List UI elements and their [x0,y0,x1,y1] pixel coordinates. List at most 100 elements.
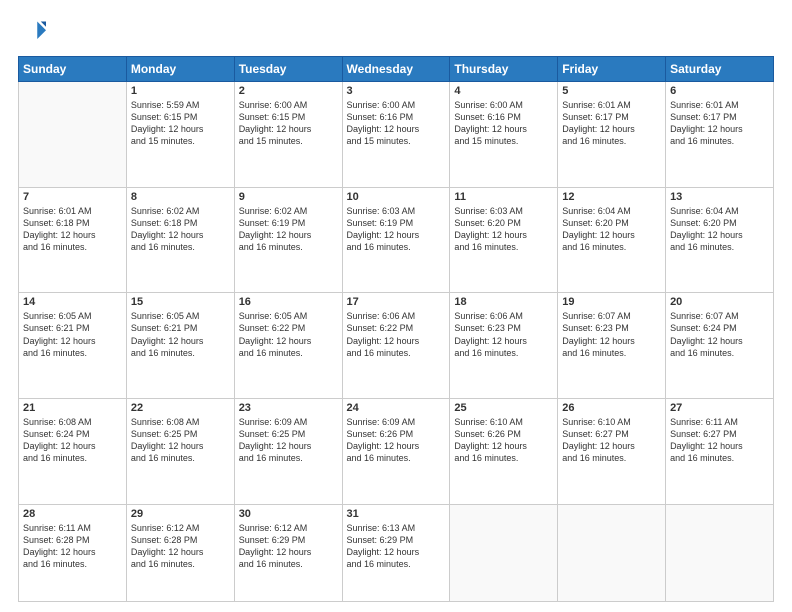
header [18,18,774,46]
day-info: Sunrise: 6:09 AM Sunset: 6:25 PM Dayligh… [239,416,338,465]
calendar-cell: 30Sunrise: 6:12 AM Sunset: 6:29 PM Dayli… [234,504,342,602]
day-number: 15 [131,296,230,308]
day-info: Sunrise: 6:02 AM Sunset: 6:18 PM Dayligh… [131,205,230,254]
day-number: 20 [670,296,769,308]
day-info: Sunrise: 6:00 AM Sunset: 6:16 PM Dayligh… [454,99,553,148]
weekday-header-thursday: Thursday [450,57,558,82]
calendar-cell: 31Sunrise: 6:13 AM Sunset: 6:29 PM Dayli… [342,504,450,602]
calendar-cell: 11Sunrise: 6:03 AM Sunset: 6:20 PM Dayli… [450,187,558,293]
calendar-cell [666,504,774,602]
day-number: 18 [454,296,553,308]
calendar-cell: 4 Sunrise: 6:00 AM Sunset: 6:16 PM Daylig… [450,82,558,188]
calendar-cell [450,504,558,602]
day-number: 24 [347,402,446,414]
calendar-cell: 15 Sunrise: 6:05 AM Sunset: 6:21 PM Dayli… [126,293,234,399]
day-info: Sunrise: 6:08 AM Sunset: 6:25 PM Dayligh… [131,416,230,465]
day-number: 10 [347,191,446,203]
day-info: Sunrise: 6:06 AM Sunset: 6:22 PM Dayligh… [347,310,446,359]
calendar-cell: 29 Sunrise: 6:12 AM Sunset: 6:28 PM Dayli… [126,504,234,602]
day-number: 28 [23,508,122,520]
logo-icon [18,18,46,46]
day-number: 9 [239,191,338,203]
logo [18,18,50,46]
calendar-header-row: SundayMondayTuesdayWednesdayThursdayFrid… [19,57,774,82]
day-info: Sunrise: 6:07 AM Sunset: 6:23 PM Dayligh… [562,310,661,359]
day-info: Sunrise: 6:00 AM Sunset: 6:16 PM Dayligh… [347,99,446,148]
calendar-table: SundayMondayTuesdayWednesdayThursdayFrid… [18,56,774,602]
calendar-week-1: 1Sunrise: 5:59 AM Sunset: 6:15 PM Daylig… [19,82,774,188]
day-number: 5 [562,85,661,97]
day-number: 17 [347,296,446,308]
calendar-cell: 26 Sunrise: 6:10 AM Sunset: 6:27 PM Dayli… [558,398,666,504]
calendar-cell: 19 Sunrise: 6:07 AM Sunset: 6:23 PM Dayli… [558,293,666,399]
day-info: Sunrise: 6:05 AM Sunset: 6:21 PM Dayligh… [23,310,122,359]
calendar-cell: 22 Sunrise: 6:08 AM Sunset: 6:25 PM Dayli… [126,398,234,504]
calendar-cell: 9Sunrise: 6:02 AM Sunset: 6:19 PM Daylig… [234,187,342,293]
calendar-cell: 25Sunrise: 6:10 AM Sunset: 6:26 PM Dayli… [450,398,558,504]
day-number: 22 [131,402,230,414]
day-info: Sunrise: 6:04 AM Sunset: 6:20 PM Dayligh… [670,205,769,254]
day-number: 23 [239,402,338,414]
day-number: 11 [454,191,553,203]
day-info: Sunrise: 6:08 AM Sunset: 6:24 PM Dayligh… [23,416,122,465]
calendar-cell: 16 Sunrise: 6:05 AM Sunset: 6:22 PM Dayli… [234,293,342,399]
calendar-cell: 3 Sunrise: 6:00 AM Sunset: 6:16 PM Daylig… [342,82,450,188]
calendar-cell: 10 Sunrise: 6:03 AM Sunset: 6:19 PM Dayli… [342,187,450,293]
day-info: Sunrise: 6:07 AM Sunset: 6:24 PM Dayligh… [670,310,769,359]
calendar-cell: 17 Sunrise: 6:06 AM Sunset: 6:22 PM Dayli… [342,293,450,399]
day-info: Sunrise: 6:12 AM Sunset: 6:28 PM Dayligh… [131,522,230,571]
calendar-cell: 13 Sunrise: 6:04 AM Sunset: 6:20 PM Dayli… [666,187,774,293]
calendar-cell: 23 Sunrise: 6:09 AM Sunset: 6:25 PM Dayli… [234,398,342,504]
day-number: 3 [347,85,446,97]
day-number: 19 [562,296,661,308]
calendar-week-4: 21Sunrise: 6:08 AM Sunset: 6:24 PM Dayli… [19,398,774,504]
day-number: 14 [23,296,122,308]
day-number: 16 [239,296,338,308]
calendar-cell: 6 Sunrise: 6:01 AM Sunset: 6:17 PM Daylig… [666,82,774,188]
day-info: Sunrise: 6:01 AM Sunset: 6:17 PM Dayligh… [670,99,769,148]
day-info: Sunrise: 6:10 AM Sunset: 6:26 PM Dayligh… [454,416,553,465]
day-number: 8 [131,191,230,203]
weekday-header-saturday: Saturday [666,57,774,82]
day-number: 27 [670,402,769,414]
day-number: 31 [347,508,446,520]
calendar-cell: 21Sunrise: 6:08 AM Sunset: 6:24 PM Dayli… [19,398,127,504]
day-info: Sunrise: 6:04 AM Sunset: 6:20 PM Dayligh… [562,205,661,254]
day-number: 13 [670,191,769,203]
calendar-cell [558,504,666,602]
day-info: Sunrise: 6:09 AM Sunset: 6:26 PM Dayligh… [347,416,446,465]
day-info: Sunrise: 6:03 AM Sunset: 6:19 PM Dayligh… [347,205,446,254]
day-info: Sunrise: 6:01 AM Sunset: 6:18 PM Dayligh… [23,205,122,254]
calendar-cell: 28 Sunrise: 6:11 AM Sunset: 6:28 PM Dayli… [19,504,127,602]
day-number: 6 [670,85,769,97]
calendar-cell: 12Sunrise: 6:04 AM Sunset: 6:20 PM Dayli… [558,187,666,293]
calendar-cell: 8 Sunrise: 6:02 AM Sunset: 6:18 PM Daylig… [126,187,234,293]
day-number: 7 [23,191,122,203]
calendar-week-3: 14 Sunrise: 6:05 AM Sunset: 6:21 PM Dayli… [19,293,774,399]
day-info: Sunrise: 6:05 AM Sunset: 6:22 PM Dayligh… [239,310,338,359]
calendar-cell [19,82,127,188]
day-number: 29 [131,508,230,520]
weekday-header-tuesday: Tuesday [234,57,342,82]
day-info: Sunrise: 6:10 AM Sunset: 6:27 PM Dayligh… [562,416,661,465]
day-info: Sunrise: 6:11 AM Sunset: 6:27 PM Dayligh… [670,416,769,465]
day-info: Sunrise: 5:59 AM Sunset: 6:15 PM Dayligh… [131,99,230,148]
day-info: Sunrise: 6:05 AM Sunset: 6:21 PM Dayligh… [131,310,230,359]
calendar-cell: 24 Sunrise: 6:09 AM Sunset: 6:26 PM Dayli… [342,398,450,504]
day-info: Sunrise: 6:12 AM Sunset: 6:29 PM Dayligh… [239,522,338,571]
day-number: 26 [562,402,661,414]
day-info: Sunrise: 6:06 AM Sunset: 6:23 PM Dayligh… [454,310,553,359]
calendar-week-5: 28 Sunrise: 6:11 AM Sunset: 6:28 PM Dayli… [19,504,774,602]
day-number: 4 [454,85,553,97]
day-number: 2 [239,85,338,97]
calendar-cell: 14 Sunrise: 6:05 AM Sunset: 6:21 PM Dayli… [19,293,127,399]
day-info: Sunrise: 6:00 AM Sunset: 6:15 PM Dayligh… [239,99,338,148]
calendar-cell: 20 Sunrise: 6:07 AM Sunset: 6:24 PM Dayli… [666,293,774,399]
calendar-week-2: 7 Sunrise: 6:01 AM Sunset: 6:18 PM Daylig… [19,187,774,293]
weekday-header-monday: Monday [126,57,234,82]
day-info: Sunrise: 6:01 AM Sunset: 6:17 PM Dayligh… [562,99,661,148]
day-info: Sunrise: 6:11 AM Sunset: 6:28 PM Dayligh… [23,522,122,571]
calendar-cell: 1Sunrise: 5:59 AM Sunset: 6:15 PM Daylig… [126,82,234,188]
calendar-cell: 18 Sunrise: 6:06 AM Sunset: 6:23 PM Dayli… [450,293,558,399]
page: SundayMondayTuesdayWednesdayThursdayFrid… [0,0,792,612]
